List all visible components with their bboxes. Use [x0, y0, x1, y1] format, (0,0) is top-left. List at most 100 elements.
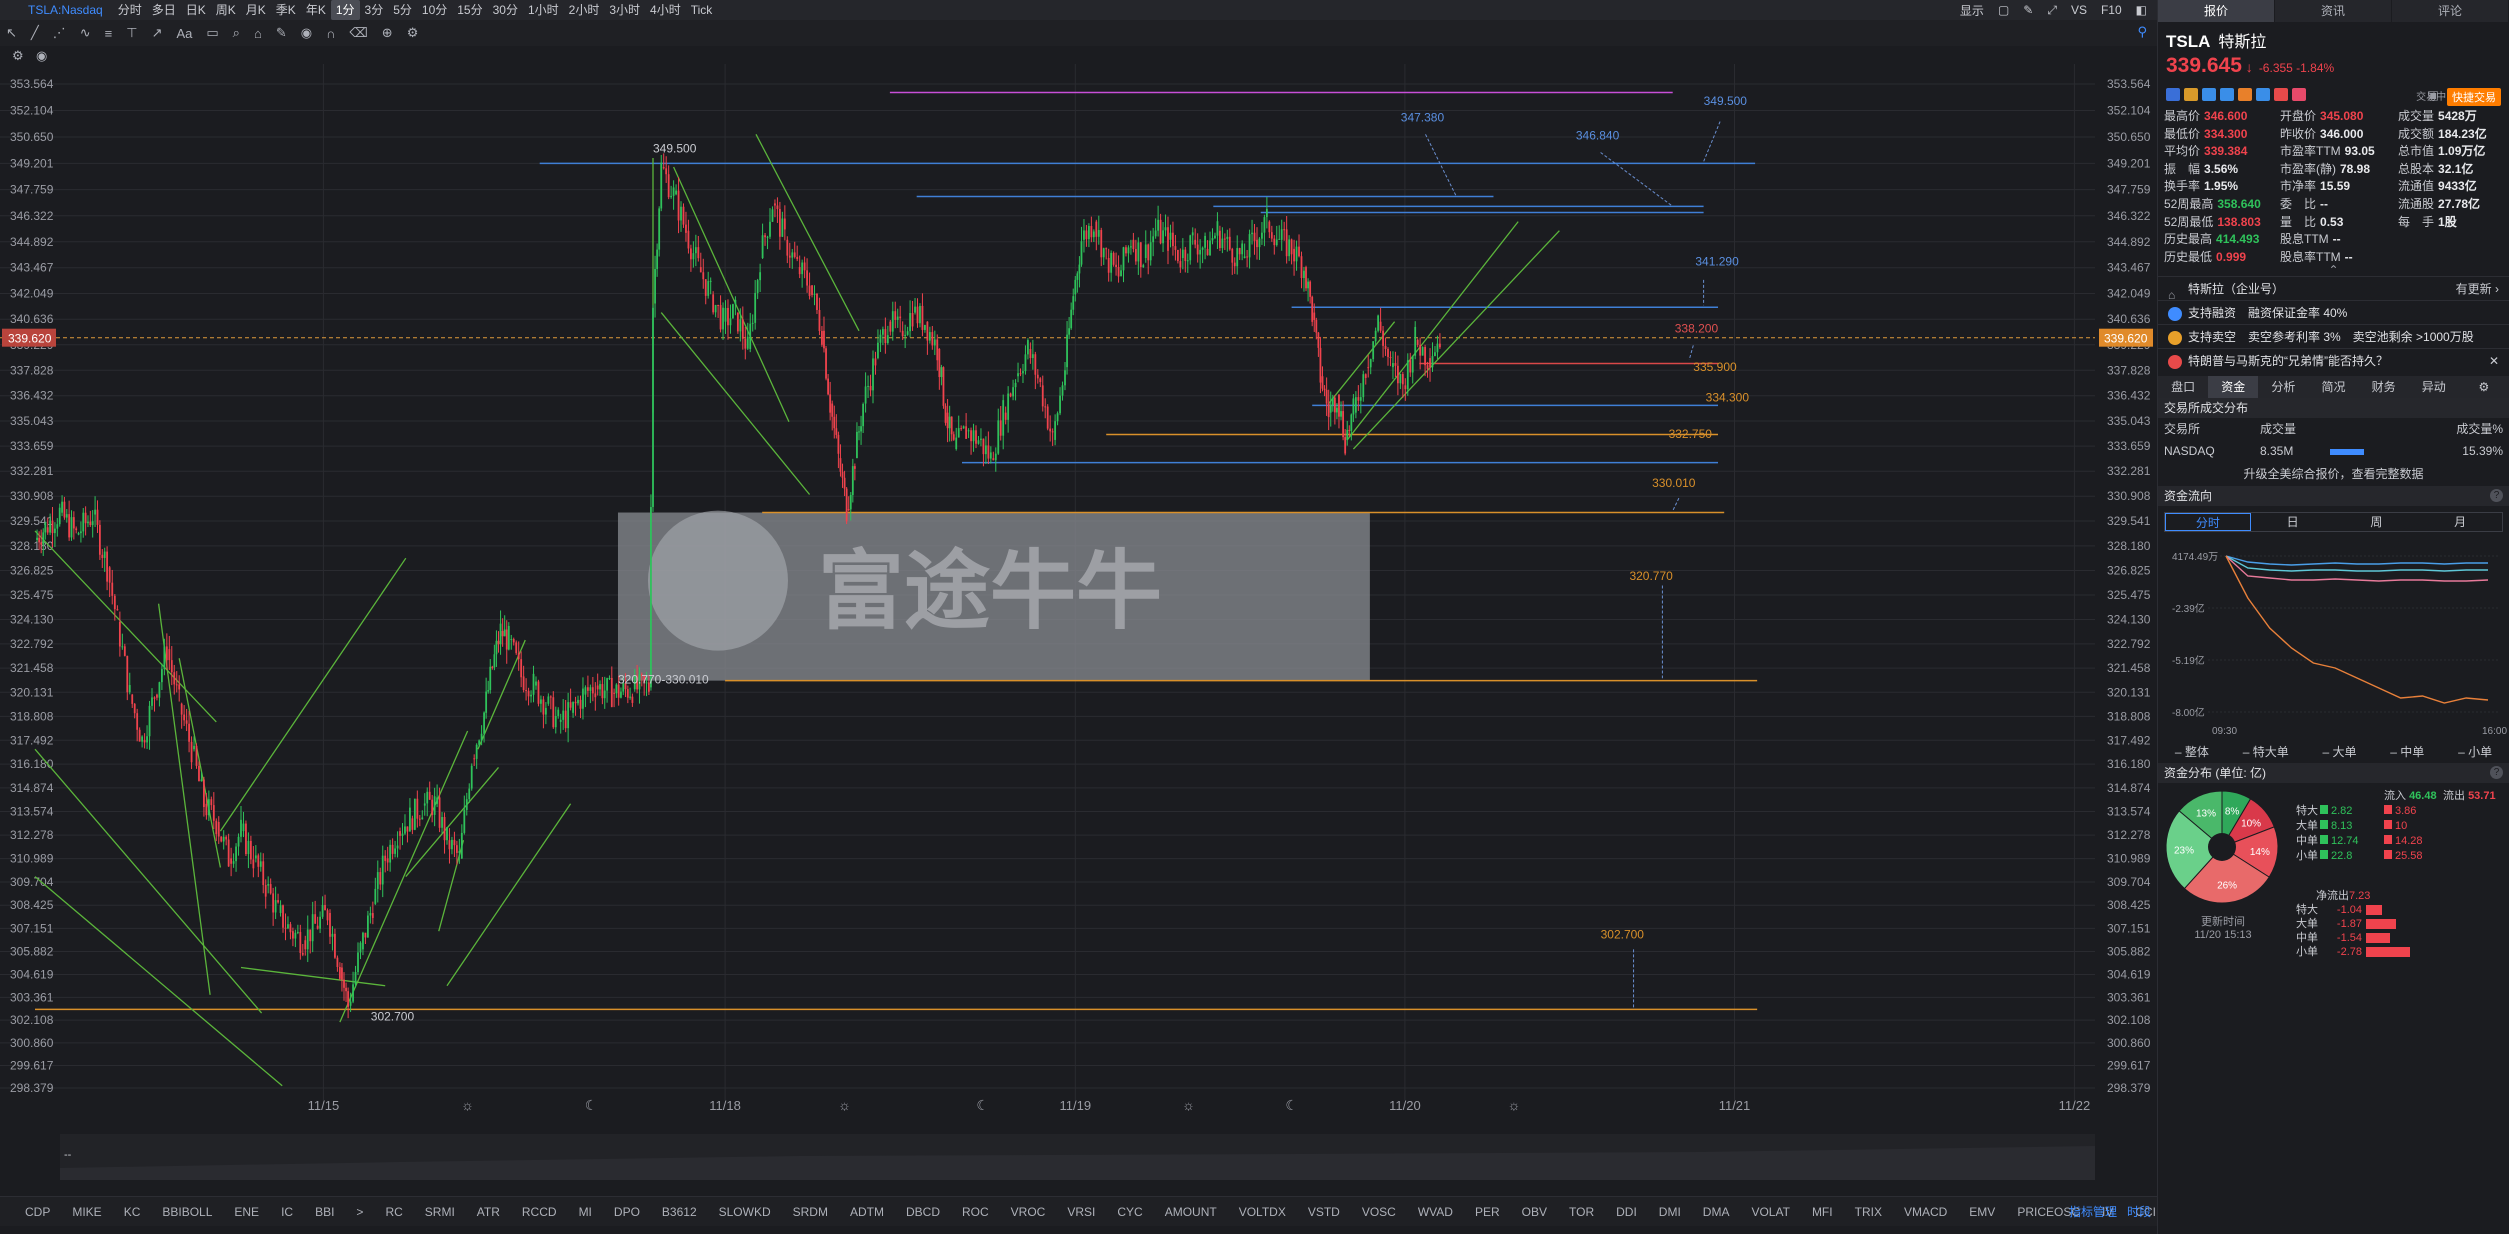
symbol-label[interactable]: TSLA:Nasdaq [0, 3, 113, 17]
subtab[interactable]: 分析 [2258, 376, 2308, 398]
flow-tab[interactable]: 分时 [2165, 513, 2251, 532]
alert-icon[interactable]: ▣ [2428, 88, 2439, 102]
indicator-item[interactable]: DBCD [895, 1205, 951, 1219]
tab-comments[interactable]: 评论 [2392, 0, 2509, 22]
fib-tool-icon[interactable]: ⊤ [126, 25, 137, 41]
indicator-item[interactable]: VOSC [1351, 1205, 1407, 1219]
indicator-item[interactable]: MI [568, 1205, 603, 1219]
timeframe-tab[interactable]: 5分 [388, 0, 417, 20]
price-chart[interactable]: ⚙ ◉ 353.564 353.564 352.104 352.104 350.650 350… [0, 46, 2157, 1196]
indicator-item[interactable]: EMV [1958, 1205, 2006, 1219]
indicator-item[interactable]: CDP [14, 1205, 61, 1219]
timeframe-tab[interactable]: 2小时 [564, 0, 605, 20]
timeframe-tab[interactable]: 日K [181, 0, 211, 20]
quick-trade-button[interactable]: 快捷交易 [2447, 88, 2501, 106]
indicator-item[interactable]: SRDM [782, 1205, 839, 1219]
multi-line-tool-icon[interactable]: ⋰ [53, 25, 66, 41]
subtab[interactable]: 盘口 [2158, 376, 2208, 398]
timeframe-tab[interactable]: 15分 [452, 0, 487, 20]
indicator-item[interactable]: VRSI [1056, 1205, 1106, 1219]
subtab[interactable]: 简况 [2308, 376, 2358, 398]
subtab-settings-icon[interactable]: ⚙ [2459, 376, 2509, 398]
tab-quote[interactable]: 报价 [2158, 0, 2275, 22]
indicator-item[interactable]: TOR [1558, 1205, 1605, 1219]
timeframe-tab[interactable]: 10分 [417, 0, 452, 20]
timeframe-tab[interactable]: 季K [271, 0, 301, 20]
session-button[interactable]: 时段 [2127, 1203, 2151, 1220]
timeframe-tab[interactable]: 3分 [360, 0, 389, 20]
info-row-action[interactable]: 有更新 › [2456, 277, 2499, 301]
info-row[interactable]: 支持卖空 卖空参考利率 3% 卖空池剩余 >1000万股 [2158, 324, 2509, 348]
indicator-item[interactable]: MFI [1801, 1205, 1844, 1219]
timeframe-tab[interactable]: 年K [301, 0, 331, 20]
pin-icon[interactable]: ⚲ [2137, 24, 2147, 40]
timeframe-tab[interactable]: 30分 [488, 0, 523, 20]
info-row-action[interactable]: ✕ [2489, 349, 2499, 373]
fullscreen-icon[interactable]: ⤢ [2047, 3, 2057, 18]
indicator-item[interactable]: ATR [466, 1205, 511, 1219]
indicator-item[interactable]: WVAD [1407, 1205, 1464, 1219]
flow-tab[interactable]: 月 [2418, 513, 2502, 531]
indicator-item[interactable]: OBV [1511, 1205, 1558, 1219]
display-menu[interactable]: 显示 [1960, 2, 1984, 19]
flow-tab[interactable]: 周 [2335, 513, 2419, 531]
brush-icon[interactable]: ✎ [276, 25, 287, 41]
wave-tool-icon[interactable]: ∿ [80, 25, 91, 41]
indicator-item[interactable]: BBI [304, 1205, 345, 1219]
f10-button[interactable]: F10 [2101, 3, 2122, 17]
indicator-item[interactable]: VOLTDX [1228, 1205, 1297, 1219]
timeframe-tab[interactable]: 周K [211, 0, 241, 20]
line-tool-icon[interactable]: ╱ [31, 25, 39, 41]
indicator-item[interactable]: TRIX [1844, 1205, 1893, 1219]
vs-button[interactable]: VS [2071, 3, 2087, 17]
timeframe-tab[interactable]: 1小时 [523, 0, 564, 20]
info-row[interactable]: 支持融资 融资保证金率 40% [2158, 300, 2509, 324]
indicator-item[interactable]: DMI [1648, 1205, 1692, 1219]
collapse-icon[interactable]: ⌃ [2158, 264, 2509, 276]
indicator-item[interactable]: ADTM [839, 1205, 895, 1219]
layout-icon[interactable]: ▢ [1998, 3, 2009, 17]
indicator-item[interactable]: BBIBOLL [151, 1205, 223, 1219]
cursor-icon[interactable]: ↖ [6, 25, 17, 41]
subtab[interactable]: 财务 [2359, 376, 2409, 398]
panel-toggle-icon[interactable]: ◧ [2136, 3, 2147, 17]
indicator-item[interactable]: B3612 [651, 1205, 708, 1219]
indicator-item[interactable]: DPO [603, 1205, 651, 1219]
timeframe-tab[interactable]: 3小时 [604, 0, 645, 20]
settings-icon[interactable]: ⚙ [407, 25, 419, 41]
timeframe-tab[interactable]: 4小时 [645, 0, 686, 20]
indicator-item[interactable]: SLOWKD [708, 1205, 782, 1219]
ruler-icon[interactable]: ⊕ [382, 25, 393, 41]
tab-news[interactable]: 资讯 [2275, 0, 2392, 22]
indicator-item[interactable]: ROC [951, 1205, 1000, 1219]
bookmark-icon[interactable]: ⌂ [254, 26, 262, 41]
indicator-item[interactable]: IC [270, 1205, 304, 1219]
note-tool-icon[interactable]: ▭ [206, 25, 218, 41]
flow-tab[interactable]: 日 [2251, 513, 2335, 531]
trash-icon[interactable]: ⌫ [349, 25, 367, 41]
arrow-tool-icon[interactable]: ↗ [152, 25, 163, 41]
indicator-item[interactable]: VMACD [1893, 1205, 1958, 1219]
indicator-item[interactable]: CYC [1106, 1205, 1153, 1219]
subtab[interactable]: 资金 [2208, 376, 2259, 399]
eye-icon[interactable]: ◉ [301, 25, 312, 41]
subtab[interactable]: 异动 [2409, 376, 2459, 398]
indicator-item[interactable]: SRMI [414, 1205, 466, 1219]
indicator-item[interactable]: MIKE [61, 1205, 112, 1219]
info-row[interactable]: ⌂ 特斯拉（企业号） 有更新 › [2158, 276, 2509, 302]
indicator-item[interactable]: VSTD [1297, 1205, 1351, 1219]
pen-icon[interactable]: ✎ [2023, 3, 2033, 17]
indicator-item[interactable]: AMOUNT [1154, 1205, 1228, 1219]
indicator-item[interactable]: PER [1464, 1205, 1511, 1219]
indicator-item[interactable]: DMA [1692, 1205, 1741, 1219]
indicator-item[interactable]: VOLAT [1740, 1205, 1800, 1219]
timeframe-tab[interactable]: 多日 [147, 0, 181, 20]
indicator-item[interactable]: ENE [223, 1205, 270, 1219]
timeframe-tab[interactable]: Tick [686, 0, 718, 20]
indicator-item[interactable]: > [345, 1205, 374, 1219]
timeframe-tab[interactable]: 1分 [330, 0, 360, 20]
search-icon[interactable]: ⌕ [233, 25, 240, 41]
indicator-item[interactable]: VROC [1000, 1205, 1057, 1219]
indicator-item[interactable]: RC [374, 1205, 413, 1219]
text-tool-icon[interactable]: Aa [176, 26, 192, 41]
